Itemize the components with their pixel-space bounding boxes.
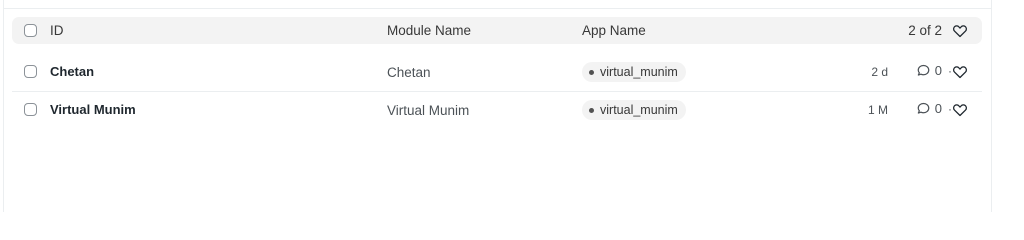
heart-icon[interactable] <box>952 102 968 118</box>
column-header-id[interactable]: ID <box>50 23 64 38</box>
comment-count[interactable]: 0 · <box>916 63 952 78</box>
row-checkbox[interactable] <box>24 103 37 116</box>
heart-icon[interactable] <box>952 23 968 39</box>
app-name-pill[interactable]: virtual_munim <box>582 62 686 82</box>
app-name-label: virtual_munim <box>600 103 678 117</box>
column-header-module-name[interactable]: Module Name <box>387 23 471 38</box>
record-count: 2 of 2 <box>908 23 942 38</box>
row-id-link[interactable]: Virtual Munim <box>50 102 136 117</box>
app-name-pill[interactable]: virtual_munim <box>582 100 686 120</box>
column-header-app-name[interactable]: App Name <box>582 23 646 38</box>
select-all-checkbox[interactable] <box>24 24 37 37</box>
comment-icon <box>917 102 930 114</box>
list-header: ID Module Name App Name 2 of 2 <box>12 17 982 44</box>
row-id-link[interactable]: Chetan <box>50 64 94 79</box>
table-row[interactable]: Chetan Chetan virtual_munim 2 d 0 · <box>12 53 982 91</box>
row-checkbox[interactable] <box>24 65 37 78</box>
comment-icon <box>917 64 930 76</box>
dot-icon <box>589 107 594 113</box>
app-name-label: virtual_munim <box>600 65 678 79</box>
heart-icon[interactable] <box>952 64 968 80</box>
modified-time: 2 d <box>871 65 888 79</box>
comment-count-value: 0 <box>934 101 942 116</box>
row-module-name: Virtual Munim <box>387 103 470 118</box>
table-row[interactable]: Virtual Munim Virtual Munim virtual_muni… <box>12 91 982 129</box>
comment-count-value: 0 <box>934 63 942 78</box>
modified-time: 1 M <box>867 103 888 117</box>
dot-icon <box>589 69 594 75</box>
row-module-name: Chetan <box>387 65 431 80</box>
comment-count[interactable]: 0 · <box>916 101 952 116</box>
